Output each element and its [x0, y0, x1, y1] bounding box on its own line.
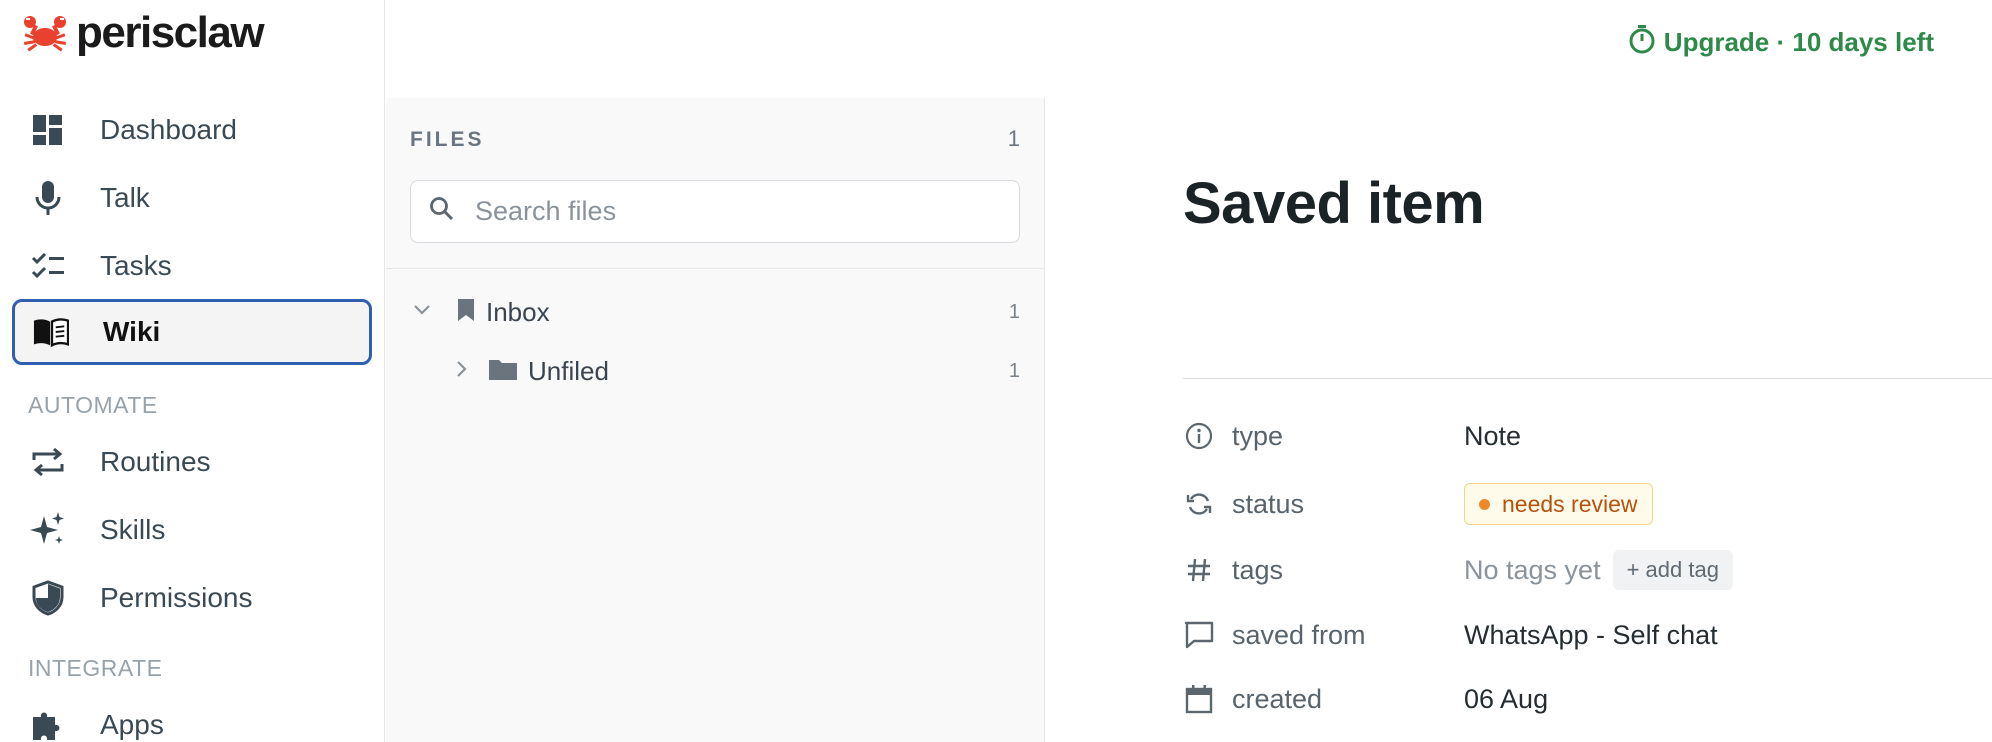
upgrade-label: Upgrade · 10 days left — [1663, 27, 1934, 57]
folder-icon — [488, 357, 518, 386]
property-value: needs review — [1464, 483, 1653, 525]
sidebar-item-label: Permissions — [100, 582, 253, 613]
tree-item-label: Unfiled — [528, 355, 609, 386]
sidebar: perisclaw Dashboard Talk Tasks Wiki AUTO… — [0, 0, 385, 742]
search-files-box[interactable] — [410, 180, 1020, 243]
sidebar-item-talk[interactable]: Talk — [12, 165, 372, 231]
sidebar-item-wiki[interactable]: Wiki — [12, 299, 372, 365]
shield-icon — [30, 580, 66, 616]
tree-item-inbox[interactable]: Inbox 1 — [410, 287, 1020, 337]
app-name: perisclaw — [76, 8, 265, 57]
files-header: FILES — [410, 128, 485, 151]
property-key: status — [1232, 488, 1305, 519]
sparkles-icon — [30, 512, 66, 548]
info-icon — [1183, 420, 1215, 452]
saved-from-value: WhatsApp - Self chat — [1464, 619, 1718, 650]
property-value: WhatsApp - Self chat — [1464, 620, 1718, 651]
created-value: 06 Aug — [1464, 683, 1549, 714]
chevron-right-icon[interactable] — [450, 357, 474, 386]
page-title: Saved item — [1183, 171, 1485, 236]
sidebar-item-label: Skills — [100, 514, 166, 545]
tree-item-count: 1 — [1008, 300, 1020, 323]
property-value: No tags yet + add tag — [1464, 550, 1733, 590]
property-key: tags — [1232, 554, 1284, 585]
sidebar-item-routines[interactable]: Routines — [12, 429, 372, 495]
crab-logo-icon — [23, 16, 67, 52]
property-key: saved from — [1232, 619, 1366, 650]
files-count: 1 — [1007, 126, 1020, 151]
sidebar-item-label: Dashboard — [100, 114, 237, 145]
main-divider — [1183, 378, 1992, 379]
sidebar-item-apps[interactable]: Apps — [12, 692, 372, 742]
dashboard-icon — [30, 112, 66, 148]
status-dot — [1479, 498, 1490, 510]
no-tags-text: No tags yet — [1464, 554, 1601, 585]
tree-item-unfiled[interactable]: Unfiled 1 — [410, 346, 1020, 396]
property-key: created — [1232, 683, 1323, 714]
hash-icon — [1183, 554, 1215, 586]
chat-bubble-icon — [1183, 619, 1215, 651]
property-created: created 06 Aug — [1183, 674, 1983, 724]
repeat-icon — [30, 444, 66, 480]
property-type: type Note — [1183, 411, 1983, 461]
sidebar-item-label: Tasks — [100, 250, 172, 281]
section-label-integrate: INTEGRATE — [28, 655, 163, 681]
property-key: type — [1232, 420, 1284, 451]
bookmark-icon — [456, 298, 476, 327]
upgrade-button[interactable]: Upgrade · 10 days left — [1628, 24, 1934, 61]
status-badge[interactable]: needs review — [1464, 483, 1653, 525]
status-badge-label: needs review — [1502, 490, 1638, 517]
sidebar-item-label: Wiki — [103, 316, 161, 347]
puzzle-icon — [30, 707, 66, 742]
property-value: 06 Aug — [1464, 684, 1548, 715]
property-saved-from: saved from WhatsApp - Self chat — [1183, 610, 1983, 660]
files-divider — [386, 268, 1044, 269]
tree-item-label: Inbox — [486, 296, 550, 327]
sidebar-item-label: Apps — [100, 709, 164, 740]
search-input[interactable] — [475, 196, 995, 227]
app-logo[interactable]: perisclaw — [22, 8, 265, 58]
book-icon — [33, 314, 69, 350]
sidebar-item-permissions[interactable]: Permissions — [12, 565, 372, 631]
sidebar-item-skills[interactable]: Skills — [12, 497, 372, 563]
property-tags: tags No tags yet + add tag — [1183, 545, 1983, 595]
type-value[interactable]: Note — [1464, 421, 1521, 452]
search-icon — [429, 196, 455, 227]
section-label-automate: AUTOMATE — [28, 392, 158, 418]
property-status: status needs review — [1183, 479, 1983, 529]
sidebar-item-label: Talk — [100, 182, 150, 213]
tree-item-count: 1 — [1008, 359, 1020, 382]
files-panel: FILES 1 Inbox 1 Unfiled 1 — [386, 98, 1045, 742]
add-tag-button[interactable]: + add tag — [1612, 550, 1733, 590]
sidebar-item-label: Routines — [100, 446, 211, 477]
checklist-icon — [30, 248, 66, 284]
sidebar-item-tasks[interactable]: Tasks — [12, 233, 372, 299]
refresh-icon — [1183, 488, 1215, 520]
chevron-down-icon[interactable] — [410, 298, 434, 327]
microphone-icon — [30, 180, 66, 216]
sidebar-item-dashboard[interactable]: Dashboard — [12, 97, 372, 163]
property-value[interactable]: Note — [1464, 421, 1521, 452]
calendar-icon — [1183, 683, 1215, 715]
timer-icon — [1628, 24, 1656, 61]
